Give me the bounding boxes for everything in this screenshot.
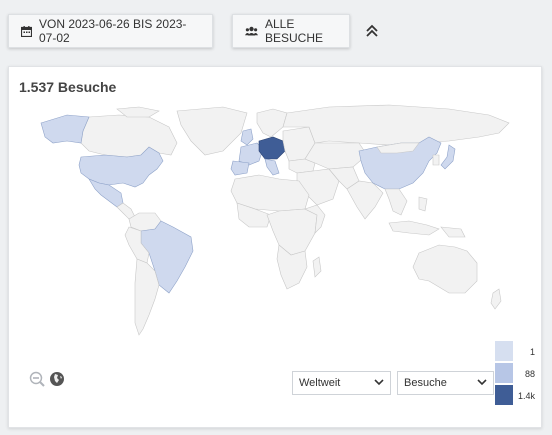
date-range-button[interactable]: VON 2023-06-26 BIS 2023-07-02 <box>8 14 213 48</box>
chevron-down-icon <box>477 377 487 389</box>
visits-total-title: 1.537 Besuche <box>19 79 117 95</box>
map-region-russia[interactable] <box>282 104 510 146</box>
world-map[interactable] <box>9 103 541 373</box>
calendar-icon <box>21 25 32 37</box>
map-region-germany[interactable] <box>258 136 286 160</box>
region-select-value: Weltweit <box>299 377 341 389</box>
map-region-greenland[interactable] <box>176 106 248 156</box>
map-region-central-america[interactable] <box>116 202 136 220</box>
map-region-scandinavia[interactable] <box>256 108 288 138</box>
map-region-canada[interactable] <box>80 114 178 158</box>
map-legend: 1 88 1.4k <box>495 341 539 407</box>
map-region-new-zealand[interactable] <box>490 288 502 310</box>
all-visits-label: ALLE BESUCHE <box>265 17 324 45</box>
legend-label: 88 <box>524 369 535 379</box>
map-region-madagascar[interactable] <box>312 256 322 278</box>
metric-select-value: Besuche <box>404 377 447 389</box>
map-region-new-guinea[interactable] <box>440 226 466 238</box>
all-visits-button[interactable]: ALLE BESUCHE <box>232 14 350 48</box>
legend-entry: 88 <box>495 363 539 383</box>
map-region-iberia[interactable] <box>230 160 250 176</box>
users-icon <box>245 26 258 36</box>
legend-entry: 1 <box>495 341 539 361</box>
map-region-australia[interactable] <box>412 244 478 294</box>
date-range-label: VON 2023-06-26 BIS 2023-07-02 <box>39 17 187 45</box>
map-region-uk[interactable] <box>240 128 254 146</box>
map-region-indonesia[interactable] <box>388 220 440 236</box>
legend-label: 1.4k <box>517 391 535 401</box>
map-region-central-africa[interactable] <box>266 208 318 256</box>
map-region-italy[interactable] <box>264 158 280 176</box>
legend-swatch <box>495 341 513 361</box>
zoom-out-icon[interactable] <box>29 371 45 387</box>
map-region-alaska[interactable] <box>40 114 90 144</box>
map-region-japan[interactable] <box>440 144 456 170</box>
map-zoom-controls <box>29 371 65 387</box>
metric-select[interactable]: Besuche <box>397 371 494 395</box>
map-region-korea[interactable] <box>432 154 440 166</box>
chevron-down-icon <box>374 377 384 389</box>
visits-map-card: 1.537 Besuche Weltweit Besuche 1 88 1.4k <box>8 66 542 428</box>
legend-entry: 1.4k <box>495 385 539 405</box>
region-select[interactable]: Weltweit <box>292 371 391 395</box>
legend-swatch <box>495 363 513 383</box>
legend-label: 1 <box>529 347 535 357</box>
map-region-southeast-asia[interactable] <box>384 188 408 216</box>
map-region-india[interactable] <box>346 180 384 220</box>
double-chevron-up-icon[interactable] <box>364 23 380 39</box>
map-region-philippines[interactable] <box>418 196 428 212</box>
legend-swatch <box>495 385 513 405</box>
globe-icon[interactable] <box>49 371 65 387</box>
